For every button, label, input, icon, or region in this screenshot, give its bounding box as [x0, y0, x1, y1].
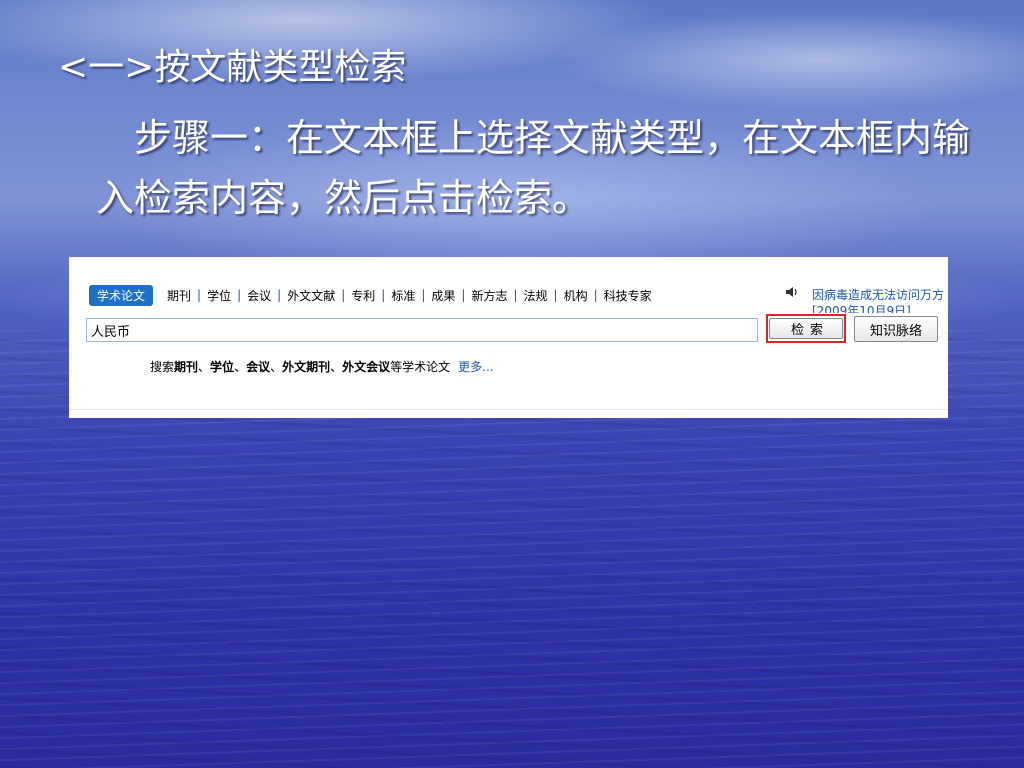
hint-sep: 、 — [198, 360, 211, 374]
hint-sep: 、 — [330, 360, 343, 374]
more-link[interactable]: 更多... — [458, 360, 493, 374]
divider — [69, 409, 948, 410]
tab-local-chronicles[interactable]: 新方志 — [465, 287, 513, 304]
speaker-icon — [786, 287, 797, 297]
hint-sep: 、 — [234, 360, 247, 374]
search-input[interactable] — [86, 318, 758, 342]
tab-institutions[interactable]: 机构 — [558, 287, 594, 304]
document-type-bar: 学术论文 期刊 | 学位 | 会议 | 外文文献 | 专利 | 标准 | 成果 … — [89, 284, 658, 306]
hint-item: 外文期刊 — [282, 360, 331, 374]
tab-conference[interactable]: 会议 — [241, 287, 277, 304]
tab-standard[interactable]: 标准 — [385, 287, 421, 304]
hint-item: 期刊 — [174, 360, 199, 374]
hint-item: 外文会议 — [342, 360, 391, 374]
notice-area: 因病毒造成无法访问万方 [2009年10月9日] — [785, 285, 948, 313]
tab-achievements[interactable]: 成果 — [425, 287, 461, 304]
tab-patent[interactable]: 专利 — [345, 287, 381, 304]
tab-foreign-literature[interactable]: 外文文献 — [281, 287, 341, 304]
tab-degree[interactable]: 学位 — [201, 287, 237, 304]
hint-prefix: 搜索 — [150, 360, 175, 374]
knowledge-network-button[interactable]: 知识脉络 — [854, 316, 938, 342]
slide-body: 步骤一：在文本框上选择文献类型，在文本框内输入检索内容，然后点击检索。 — [96, 108, 976, 228]
slide-body-text: 步骤一：在文本框上选择文献类型，在文本框内输入检索内容，然后点击检索。 — [96, 116, 971, 220]
slide-title: <一>按文献类型检索 — [58, 47, 407, 88]
hint-item: 会议 — [246, 360, 271, 374]
tab-journals[interactable]: 期刊 — [161, 287, 197, 304]
search-hint: 搜索期刊、学位、会议、外文期刊、外文会议等学术论文 更多... — [150, 358, 494, 375]
hint-item: 学位 — [210, 360, 235, 374]
search-panel-screenshot: 学术论文 期刊 | 学位 | 会议 | 外文文献 | 专利 | 标准 | 成果 … — [69, 257, 948, 418]
search-button-highlight: 检索 — [766, 314, 846, 343]
tab-experts[interactable]: 科技专家 — [598, 287, 658, 304]
tab-regulations[interactable]: 法规 — [518, 287, 554, 304]
search-button[interactable]: 检索 — [769, 318, 843, 339]
notice-date: [2009年10月9日] — [812, 304, 911, 313]
hint-sep: 、 — [270, 360, 283, 374]
tab-academic-papers[interactable]: 学术论文 — [89, 284, 154, 306]
notice-link[interactable]: 因病毒造成无法访问万方 — [812, 286, 944, 303]
hint-suffix: 等学术论文 — [390, 360, 451, 374]
